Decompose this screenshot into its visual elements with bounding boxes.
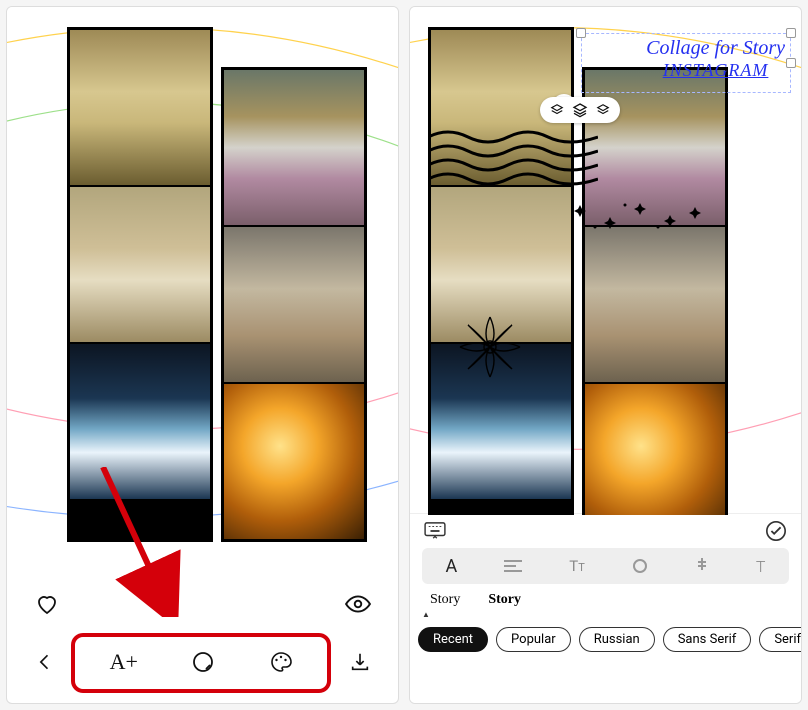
font-preview-row: Story Story xyxy=(410,588,801,610)
chip-russian[interactable]: Russian xyxy=(579,627,655,652)
sparkles-sticker[interactable] xyxy=(570,197,710,237)
photo-cell[interactable] xyxy=(224,70,364,225)
palette-tool-button[interactable] xyxy=(263,644,299,680)
layer-front-icon[interactable] xyxy=(596,103,610,117)
font-preview-1[interactable]: Story xyxy=(430,592,460,608)
shadow-tab[interactable]: T xyxy=(756,557,766,576)
canvas-area[interactable] xyxy=(7,7,398,577)
preview-button[interactable] xyxy=(340,586,376,622)
font-tab[interactable]: A xyxy=(446,556,458,577)
left-phone: A+ xyxy=(6,6,399,704)
canvas-controls-row xyxy=(7,583,398,625)
chip-sans-serif[interactable]: Sans Serif xyxy=(663,627,752,652)
check-icon xyxy=(765,520,787,542)
text-tool-button[interactable]: A+ xyxy=(106,644,142,680)
canvas-area[interactable]: Collage for Story INSTAGRAM xyxy=(410,7,801,515)
keyboard-button[interactable] xyxy=(424,520,446,542)
photo-cell[interactable] xyxy=(224,384,364,539)
photo-cell[interactable] xyxy=(70,344,210,499)
photo-cell[interactable] xyxy=(70,187,210,342)
keyboard-icon xyxy=(424,522,446,540)
right-phone: Collage for Story INSTAGRAM A xyxy=(409,6,802,704)
overlay-text-line2: INSTAGRAM xyxy=(646,60,785,81)
back-button[interactable] xyxy=(27,644,63,680)
photo-cell[interactable] xyxy=(585,384,725,515)
heart-icon xyxy=(35,592,59,616)
color-icon xyxy=(695,558,709,574)
photo-strip-right[interactable] xyxy=(221,67,367,542)
layer-back-icon[interactable] xyxy=(550,103,564,117)
photo-cell[interactable] xyxy=(224,227,364,382)
text-style-tabs: A TT T xyxy=(422,548,789,584)
bottom-toolbar: A+ xyxy=(7,635,398,689)
selection-indicator: ▲ xyxy=(422,610,801,619)
photo-strip-right[interactable] xyxy=(582,67,728,515)
sticker-icon xyxy=(191,650,215,674)
layer-controls[interactable] xyxy=(540,97,620,123)
chip-serif[interactable]: Serif xyxy=(759,627,801,652)
download-button[interactable] xyxy=(342,644,378,680)
case-tab[interactable]: TT xyxy=(569,557,585,575)
eye-icon xyxy=(345,591,371,617)
font-preview-2[interactable]: Story xyxy=(488,592,521,608)
collage[interactable] xyxy=(67,27,367,542)
download-icon xyxy=(349,651,371,673)
favorite-button[interactable] xyxy=(29,586,65,622)
color-tab[interactable] xyxy=(695,558,709,574)
panel-top-row xyxy=(410,514,801,544)
text-overlay[interactable]: Collage for Story INSTAGRAM xyxy=(646,37,785,81)
sticker-tool-button[interactable] xyxy=(185,644,221,680)
align-icon xyxy=(504,559,522,573)
chip-popular[interactable]: Popular xyxy=(496,627,571,652)
photo-strip-left[interactable] xyxy=(67,27,213,542)
resize-handle[interactable] xyxy=(576,28,586,38)
font-category-chips: Recent Popular Russian Sans Serif Serif xyxy=(410,619,801,660)
mandala-sticker[interactable] xyxy=(450,307,530,387)
palette-icon xyxy=(269,650,293,674)
text-icon: A+ xyxy=(110,649,138,675)
wave-sticker[interactable] xyxy=(428,127,598,187)
chip-recent[interactable]: Recent xyxy=(418,627,488,652)
photo-cell[interactable] xyxy=(70,30,210,185)
resize-handle[interactable] xyxy=(786,28,796,38)
overlay-text-line1: Collage for Story xyxy=(646,37,785,60)
resize-handle[interactable] xyxy=(786,58,796,68)
text-edit-panel: A TT T Story Story ▲ Recent Popular Russ… xyxy=(410,513,801,703)
chevron-left-icon xyxy=(35,652,55,672)
align-tab[interactable] xyxy=(504,559,522,573)
layers-icon[interactable] xyxy=(572,102,588,118)
circle-icon xyxy=(632,558,648,574)
spacing-tab[interactable] xyxy=(632,558,648,574)
photo-cell[interactable] xyxy=(585,227,725,382)
confirm-button[interactable] xyxy=(765,520,787,542)
